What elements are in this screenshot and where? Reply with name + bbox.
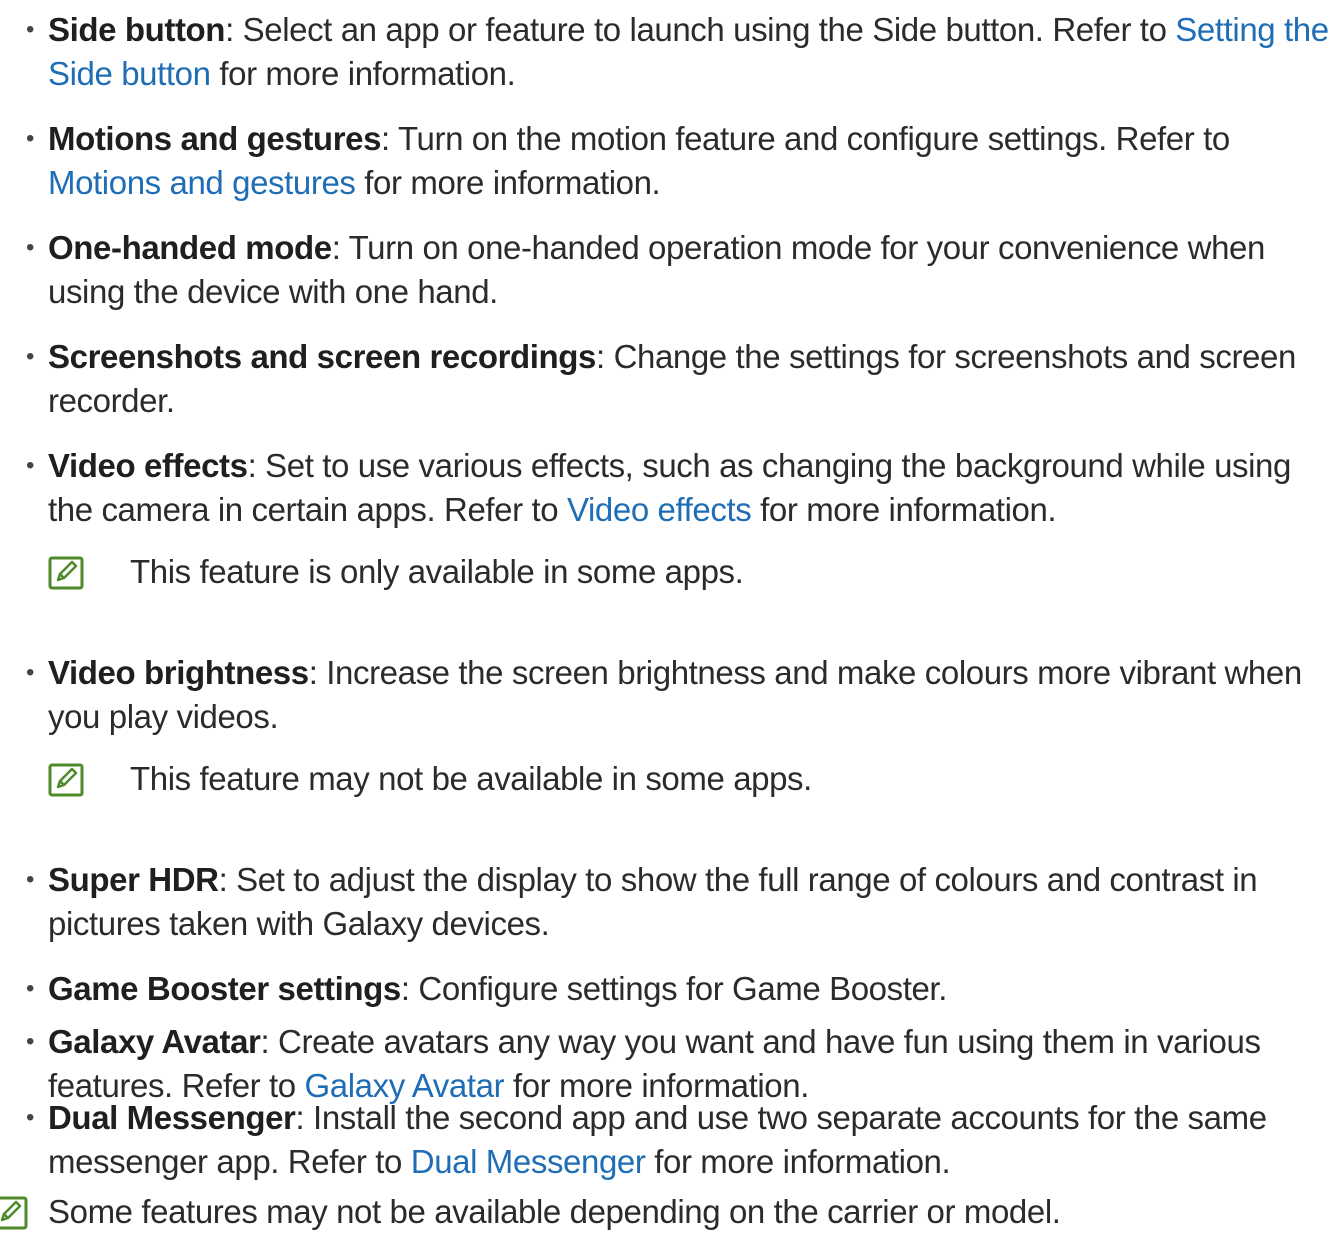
bullet: • (25, 16, 34, 43)
item-separator: : (260, 1023, 279, 1060)
item-term: Side button (48, 11, 226, 48)
item-term: Video effects (48, 447, 248, 484)
item-text: Super HDR: Set to adjust the display to … (48, 858, 1340, 946)
item-description-tail: for more information. (355, 164, 661, 201)
item-text: Video effects: Set to use various effect… (48, 444, 1340, 532)
item-term: Game Booster settings (48, 970, 401, 1007)
bullet: • (25, 866, 34, 893)
item-term: Motions and gestures (48, 120, 382, 157)
item-description: Select an app or feature to launch using… (242, 11, 1176, 48)
note-text: This feature is only available in some a… (130, 553, 744, 590)
item-text: Video brightness: Increase the screen br… (48, 651, 1340, 739)
note-pencil-icon (48, 556, 84, 590)
item-term: Super HDR (48, 861, 219, 898)
item-separator: : (308, 654, 327, 691)
note-pencil-icon (0, 1196, 28, 1230)
bullet: • (25, 659, 34, 686)
footer-note-text: Some features may not be available depen… (48, 1193, 1061, 1230)
item-term: Dual Messenger (48, 1099, 296, 1136)
item-text: Motions and gestures: Turn on the motion… (48, 117, 1340, 205)
bullet: • (25, 234, 34, 261)
bullet: • (25, 1104, 34, 1131)
item-separator: : (381, 120, 398, 157)
item-text: Screenshots and screen recordings: Chang… (48, 335, 1340, 423)
bullet: • (25, 452, 34, 479)
item-separator: : (295, 1099, 314, 1136)
bullet: • (25, 1028, 34, 1055)
item-separator: : (218, 861, 237, 898)
item-separator: : (596, 338, 614, 375)
link-dual-messenger[interactable]: Dual Messenger (411, 1143, 646, 1180)
item-text: Side button: Select an app or feature to… (48, 8, 1340, 96)
note-text: This feature may not be available in som… (130, 760, 812, 797)
link-video-effects[interactable]: Video effects (567, 491, 752, 528)
item-separator: : (225, 11, 243, 48)
item-separator: : (331, 229, 349, 266)
item-term: Screenshots and screen recordings (48, 338, 597, 375)
bullet: • (25, 343, 34, 370)
item-text: Dual Messenger: Install the second app a… (48, 1096, 1340, 1184)
item-term: Galaxy Avatar (48, 1023, 261, 1060)
item-term: One-handed mode (48, 229, 332, 266)
note-pencil-icon (48, 763, 84, 797)
item-term: Video brightness (48, 654, 309, 691)
link-motions-and-gestures[interactable]: Motions and gestures (48, 164, 356, 201)
item-description: Turn on the motion feature and configure… (398, 120, 1230, 157)
settings-list-page: • Side button: Select an app or feature … (0, 0, 1344, 1230)
item-description: Configure settings for Game Booster. (418, 970, 947, 1007)
item-description-tail: for more information. (645, 1143, 951, 1180)
item-text: Game Booster settings: Configure setting… (48, 967, 1340, 1011)
item-text: Galaxy Avatar: Create avatars any way yo… (48, 1020, 1340, 1108)
item-description-tail: for more information. (751, 491, 1057, 528)
bullet: • (25, 975, 34, 1002)
bullet: • (25, 125, 34, 152)
item-separator: : (400, 970, 419, 1007)
item-description-tail: for more information. (210, 55, 516, 92)
item-separator: : (247, 447, 266, 484)
item-text: One-handed mode: Turn on one-handed oper… (48, 226, 1340, 314)
